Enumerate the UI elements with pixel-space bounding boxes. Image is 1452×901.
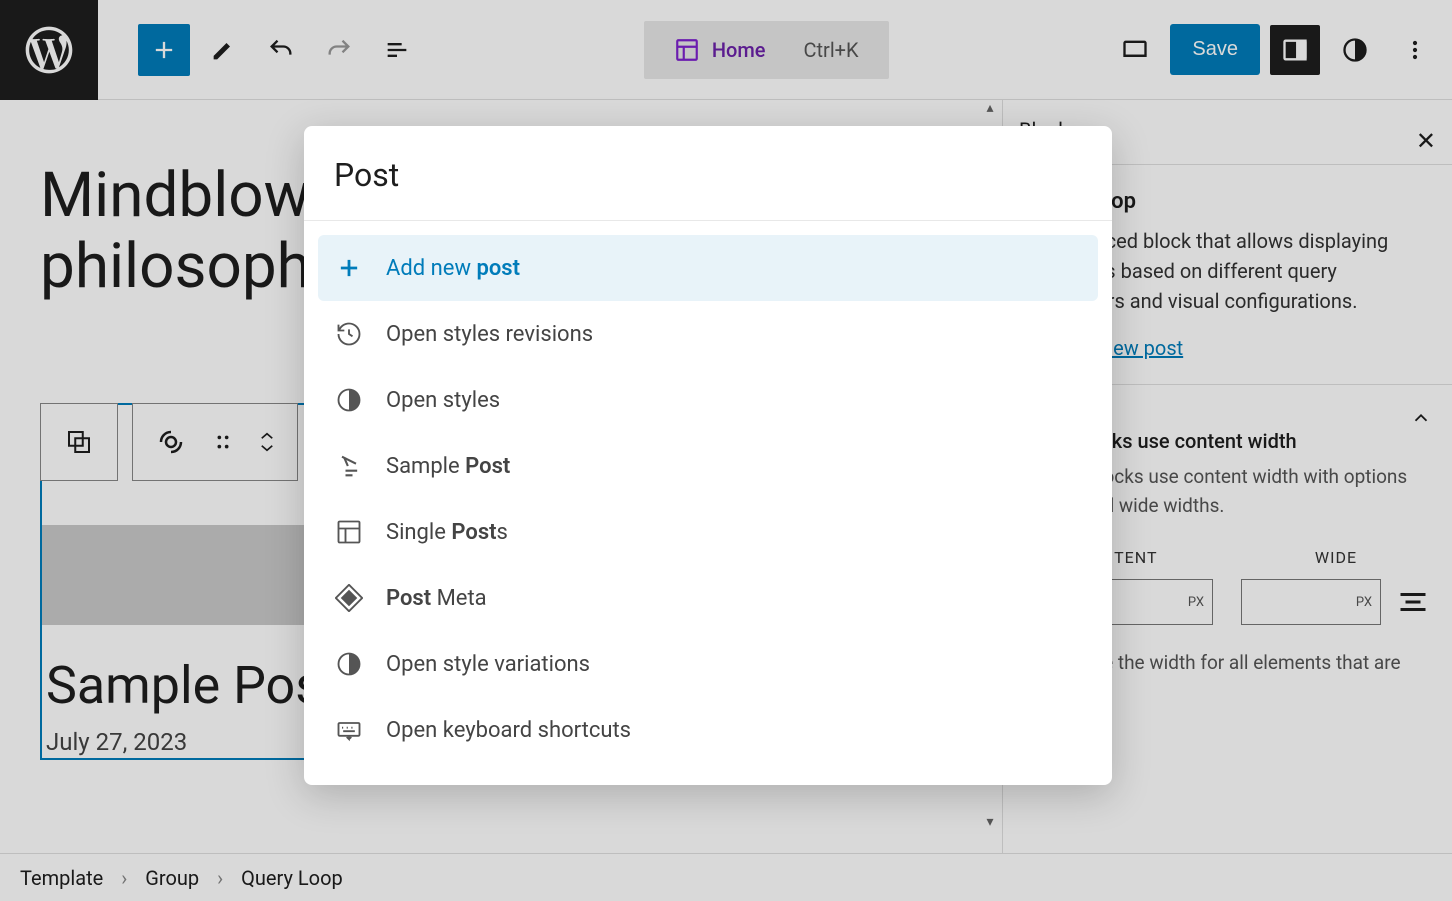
command-label: Open keyboard shortcuts: [386, 718, 631, 743]
command-label: Single Posts: [386, 520, 508, 545]
pin-icon: [334, 451, 364, 481]
layout-icon: [334, 517, 364, 547]
command-label: Open styles revisions: [386, 322, 593, 347]
command-item[interactable]: Sample Post: [318, 433, 1098, 499]
command-item[interactable]: Add new post: [318, 235, 1098, 301]
diamond-icon: [334, 583, 364, 613]
command-label: Open styles: [386, 388, 500, 413]
command-item[interactable]: Open styles revisions: [318, 301, 1098, 367]
command-label: Post Meta: [386, 586, 487, 611]
command-item[interactable]: Open style variations: [318, 631, 1098, 697]
command-label: Sample Post: [386, 454, 510, 479]
contrast-icon: [334, 385, 364, 415]
command-list: Add new post Open styles revisions Open st…: [304, 221, 1112, 763]
command-item[interactable]: Post Meta: [318, 565, 1098, 631]
command-label: Add new post: [386, 256, 520, 281]
keyboard-icon: [334, 715, 364, 745]
command-search-input[interactable]: Post: [304, 126, 1112, 221]
command-palette: Post Add new post Open styles revisions Op…: [304, 126, 1112, 785]
contrast-icon: [334, 649, 364, 679]
command-label: Open style variations: [386, 652, 590, 677]
command-item[interactable]: Open styles: [318, 367, 1098, 433]
history-icon: [334, 319, 364, 349]
command-item[interactable]: Single Posts: [318, 499, 1098, 565]
command-item[interactable]: Open keyboard shortcuts: [318, 697, 1098, 763]
plus-icon: [334, 253, 364, 283]
